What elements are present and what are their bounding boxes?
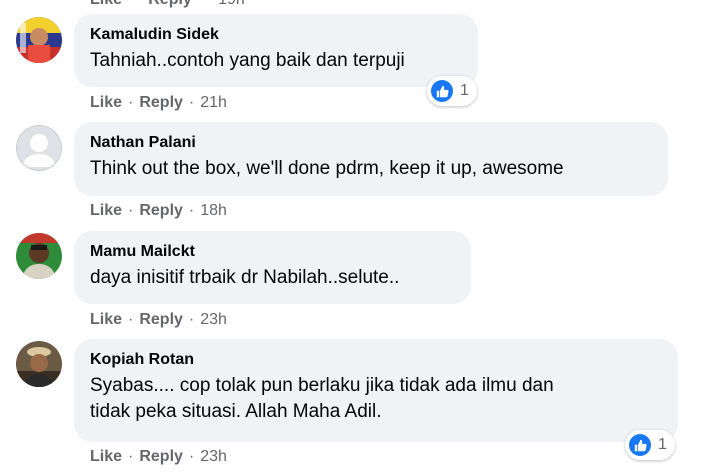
comment-text: Syabas.... cop tolak pun berlaku jika ti…: [90, 373, 662, 425]
comment-text: daya inisitif trbaik dr Nabilah..selute.…: [90, 267, 400, 288]
comment-time[interactable]: 18h: [200, 202, 227, 219]
comment-bubble: Mamu Mailckt daya inisitif trbaik dr Nab…: [74, 231, 471, 304]
thumbs-up-icon: [431, 80, 453, 102]
reaction-badge[interactable]: 1: [427, 76, 477, 106]
comment-text-line: Syabas.... cop tolak pun berlaku jika ti…: [90, 375, 554, 396]
comment-actions: Like · Reply · 23h: [90, 448, 227, 465]
comment-time[interactable]: 23h: [200, 311, 227, 328]
comment-bubble: Kamaludin Sidek Tahniah..contoh yang bai…: [74, 14, 478, 87]
previous-comment-actions: Like · Reply · 19h: [90, 0, 245, 9]
comment-actions: Like · Reply · 23h: [90, 311, 227, 328]
comment-actions: Like · Reply · 21h: [90, 94, 227, 111]
comment-text-line: tidak peka situasi. Allah Maha Adil.: [90, 401, 382, 422]
reaction-count: 1: [658, 436, 667, 453]
thumbs-up-icon: [629, 434, 651, 456]
reply-link[interactable]: Reply: [139, 202, 183, 219]
like-link[interactable]: Like: [90, 202, 122, 219]
author-name[interactable]: Mamu Mailckt: [90, 242, 455, 262]
reaction-count: 1: [460, 82, 469, 99]
avatar[interactable]: [16, 341, 62, 387]
like-link[interactable]: Like: [90, 448, 122, 465]
comment-time[interactable]: 21h: [200, 94, 227, 111]
like-link[interactable]: Like: [90, 94, 122, 111]
avatar[interactable]: [16, 125, 62, 171]
comment-time[interactable]: 23h: [200, 448, 227, 465]
avatar[interactable]: [16, 233, 62, 279]
avatar[interactable]: [16, 17, 62, 63]
comment-bubble: Kopiah Rotan Syabas.... cop tolak pun be…: [74, 339, 678, 442]
reply-link[interactable]: Reply: [139, 94, 183, 111]
comment-bubble: Nathan Palani Think out the box, we'll d…: [74, 122, 668, 196]
like-link[interactable]: Like: [90, 311, 122, 328]
like-link[interactable]: Like: [90, 0, 122, 8]
reply-link[interactable]: Reply: [148, 0, 192, 8]
reply-link[interactable]: Reply: [139, 311, 183, 328]
comment-time[interactable]: 19h: [218, 0, 245, 8]
comment-text: Think out the box, we'll done pdrm, keep…: [90, 158, 564, 179]
comment-text: Tahniah..contoh yang baik dan terpuji: [90, 50, 405, 71]
reaction-badge[interactable]: 1: [625, 430, 675, 460]
reply-link[interactable]: Reply: [139, 448, 183, 465]
comment-actions: Like · Reply · 18h: [90, 202, 227, 219]
author-name[interactable]: Nathan Palani: [90, 133, 652, 153]
author-name[interactable]: Kamaludin Sidek: [90, 25, 462, 45]
author-name[interactable]: Kopiah Rotan: [90, 350, 662, 370]
